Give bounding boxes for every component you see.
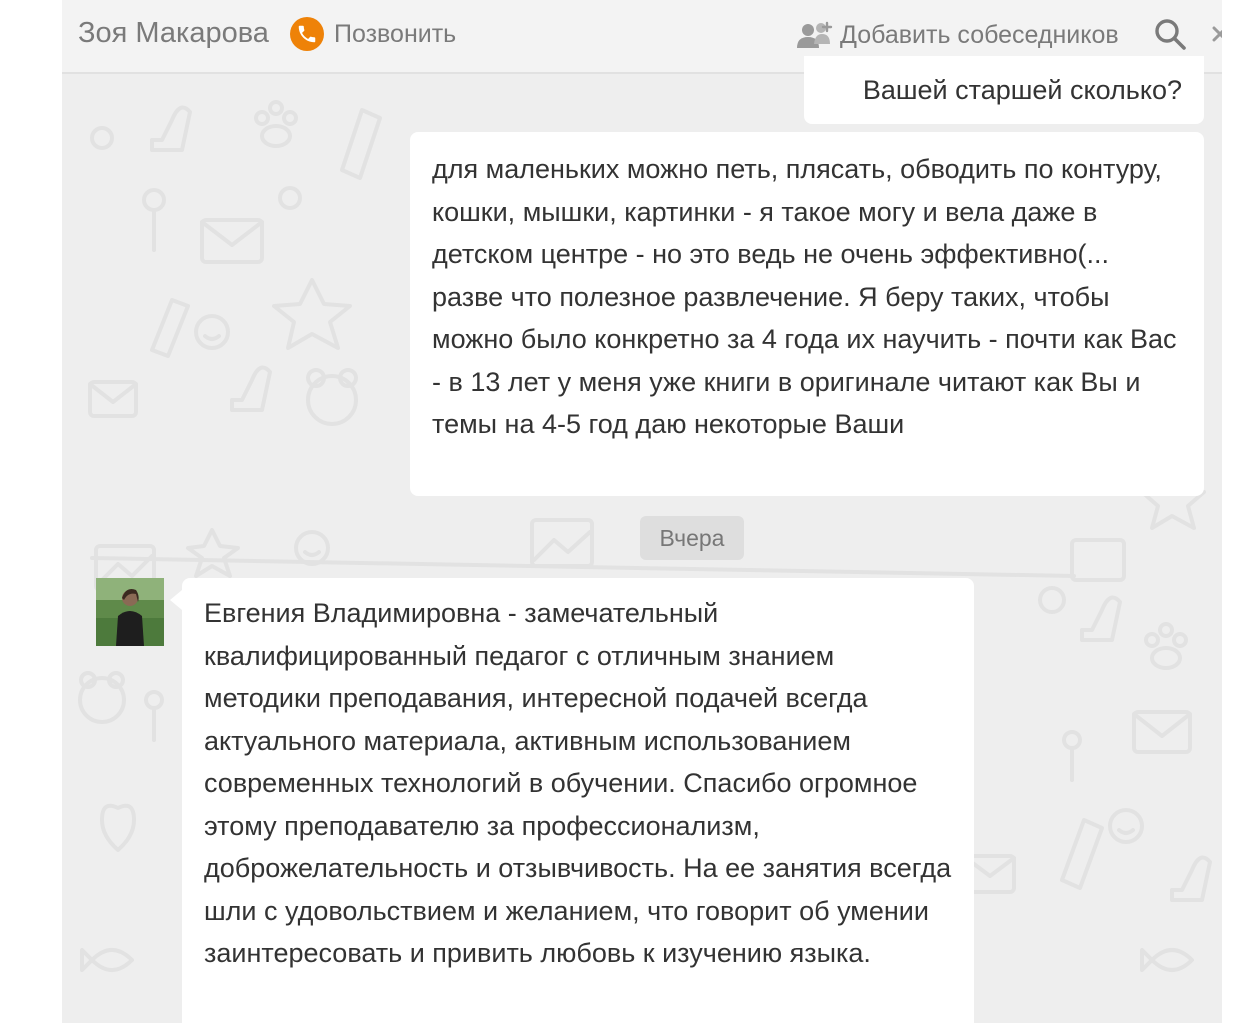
message-bubble-outgoing[interactable]: для маленьких можно петь, плясать, обвод… <box>410 132 1204 496</box>
date-separator: Вчера <box>640 516 744 560</box>
message-text: Евгения Владимировна - замечательный ква… <box>204 598 952 968</box>
call-button[interactable]: Позвонить <box>290 16 456 52</box>
avatar[interactable] <box>96 578 164 646</box>
message-text: Вашей старшей сколько? <box>862 75 1182 105</box>
search-icon[interactable] <box>1152 16 1188 52</box>
chat-window: Зоя Макарова Позвонить Добавить собеседн… <box>62 0 1222 1023</box>
close-icon[interactable] <box>1210 20 1222 48</box>
message-text: для маленьких можно петь, плясать, обвод… <box>432 154 1177 439</box>
call-label: Позвонить <box>334 19 457 48</box>
bubble-tail <box>170 590 182 610</box>
message-bubble-incoming[interactable]: Евгения Владимировна - замечательный ква… <box>170 578 974 1023</box>
add-participants-button[interactable]: Добавить собеседников <box>796 18 1119 52</box>
contact-name[interactable]: Зоя Макарова <box>78 16 269 50</box>
phone-icon <box>290 17 324 51</box>
message-bubble-outgoing[interactable]: Вашей старшей сколько? <box>804 56 1204 124</box>
add-participants-label: Добавить собеседников <box>840 20 1119 49</box>
add-people-icon <box>797 21 833 48</box>
